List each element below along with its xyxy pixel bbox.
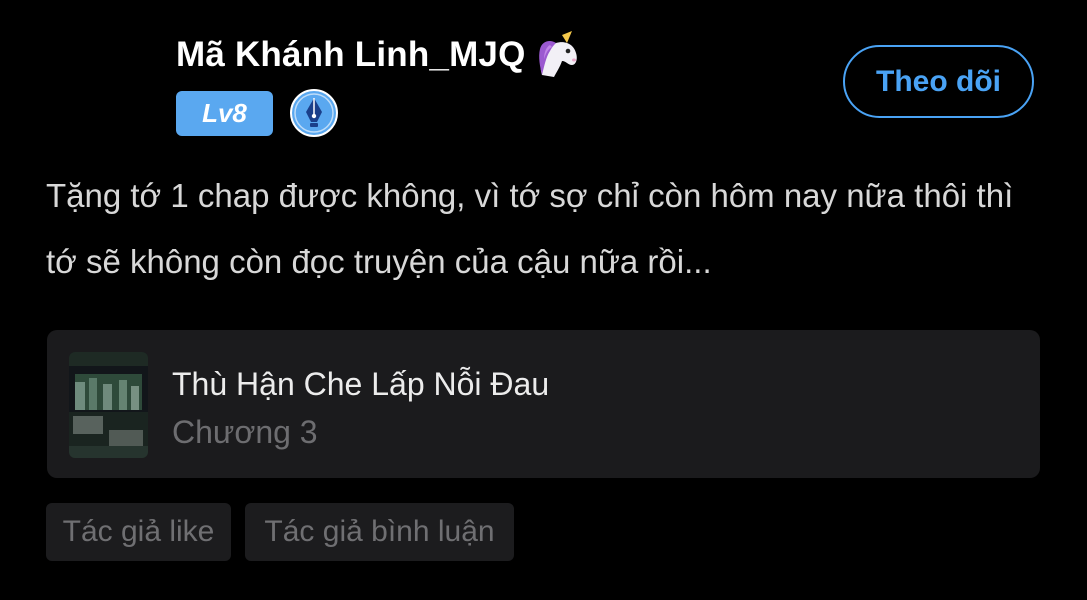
comment-text: Tặng tớ 1 chap được không, vì tớ sợ chỉ …	[46, 177, 1014, 280]
author-like-tag: Tác giả like	[46, 503, 231, 561]
story-cover-image	[69, 352, 148, 458]
unicorn-icon	[532, 31, 582, 79]
badge-row: Lv8	[176, 88, 582, 138]
username[interactable]: Mã Khánh Linh_MJQ	[176, 35, 526, 75]
story-title: Thù Hận Che Lấp Nỗi Đau	[172, 366, 550, 402]
author-comment-tag: Tác giả bình luận	[245, 503, 514, 561]
level-badge[interactable]: Lv8	[176, 90, 273, 136]
username-row: Mã Khánh Linh_MJQ	[176, 30, 582, 80]
story-card[interactable]: Thù Hận Che Lấp Nỗi Đau Chương 3	[47, 330, 1040, 478]
pen-badge-icon[interactable]	[289, 88, 339, 138]
story-chapter: Chương 3	[172, 414, 318, 450]
user-header: Mã Khánh Linh_MJQ Lv8	[176, 30, 582, 138]
follow-button[interactable]: Theo dõi	[843, 45, 1034, 118]
